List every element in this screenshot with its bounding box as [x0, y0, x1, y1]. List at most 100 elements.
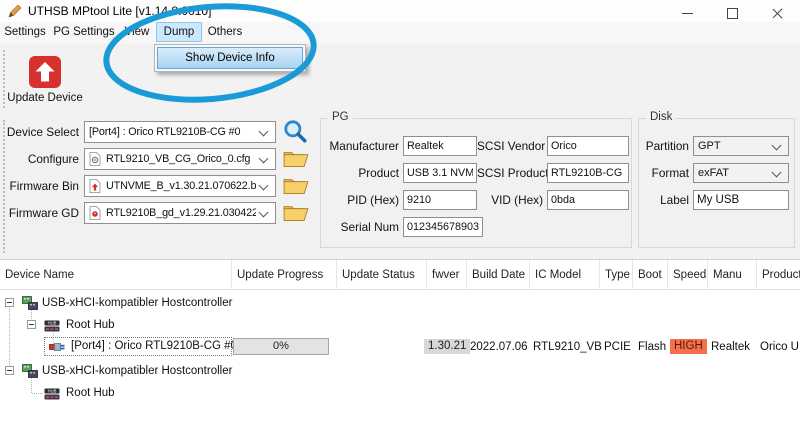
app-pencil-icon [7, 3, 23, 19]
scsi-product-field[interactable] [547, 163, 629, 183]
browse-config-button[interactable] [282, 147, 310, 171]
pg-group-title: PG [328, 111, 353, 123]
col-build-date[interactable]: Build Date [467, 260, 530, 290]
scsi-vendor-field[interactable] [547, 136, 629, 156]
ic-model-cell: RTL9210_VB [533, 336, 602, 358]
menu-settings[interactable]: Settings [0, 22, 50, 42]
tree-row-hostcontroller-1[interactable]: USB-xHCI-kompatibler Hostcontroller [0, 292, 800, 314]
col-manu[interactable]: Manu [708, 260, 757, 290]
disk-group-title: Disk [646, 111, 676, 123]
col-product[interactable]: Product [757, 260, 800, 290]
format-value: exFAT [694, 167, 769, 179]
product-cell: Orico U [760, 336, 799, 358]
folder-icon [283, 203, 309, 223]
close-icon [772, 8, 783, 19]
svg-text:HUB: HUB [48, 388, 57, 393]
update-device-button[interactable]: Update Device [6, 55, 84, 104]
tree-row-label: Root Hub [66, 382, 115, 404]
window-title: UTHSB MPtool Lite [v1.14.8.0010] [28, 0, 211, 23]
menu-others[interactable]: Others [202, 22, 248, 42]
device-select-label: Device Select [0, 121, 79, 143]
device-table-header: Device Name Update Progress Update Statu… [0, 259, 800, 290]
col-device-name[interactable]: Device Name [0, 260, 232, 290]
selected-device-item[interactable]: [Port4] : Orico RTL9210B-CG #0 [44, 337, 232, 356]
update-device-label: Update Device [6, 92, 84, 104]
firmware-gd-label: Firmware GD [0, 202, 79, 224]
serial-num-field[interactable] [403, 217, 483, 237]
format-select[interactable]: exFAT [693, 163, 789, 183]
tree-row-root-hub-2[interactable]: HUB Root Hub [0, 382, 800, 404]
pg-groupbox: PG Manufacturer Product PID (Hex) Serial… [320, 118, 632, 248]
col-update-progress[interactable]: Update Progress [232, 260, 337, 290]
configure-value: RTL9210_VB_CG_Orico_0.cfg [102, 153, 256, 165]
dump-menu-dropdown: Show Device Info [154, 44, 306, 72]
partition-value: GPT [694, 140, 769, 152]
update-progress-bar: 0% [233, 338, 329, 355]
firmware-gd-combo[interactable]: RTL9210B_gd_v1.29.21.030422.bin [84, 202, 276, 224]
tree-row-root-hub-1[interactable]: HUB Root Hub [0, 314, 800, 336]
manu-cell: Realtek [711, 336, 750, 358]
fwver-cell: 1.30.21 [424, 339, 470, 354]
col-update-status[interactable]: Update Status [337, 260, 427, 290]
collapse-icon[interactable] [27, 320, 36, 329]
folder-icon [283, 176, 309, 196]
hostcontroller-icon [22, 296, 38, 310]
browse-firmware-bin-button[interactable] [282, 174, 310, 198]
tree-row-port-device[interactable]: [Port4] : Orico RTL9210B-CG #0 0% 1.30.2… [0, 336, 800, 358]
config-file-icon [88, 152, 102, 166]
boot-cell: Flash [638, 336, 666, 358]
folder-icon [283, 149, 309, 169]
type-cell: PCIE [604, 336, 631, 358]
toolbar-gripper [3, 50, 5, 108]
pid-field[interactable] [403, 190, 477, 210]
col-speed[interactable]: Speed [668, 260, 708, 290]
tree-row-label: [Port4] : Orico RTL9210B-CG #0 [71, 338, 237, 355]
tree-row-label: USB-xHCI-kompatibler Hostcontroller [42, 360, 232, 382]
device-tree: USB-xHCI-kompatibler Hostcontroller HUB … [0, 290, 800, 447]
col-type[interactable]: Type [600, 260, 633, 290]
partition-select[interactable]: GPT [693, 136, 789, 156]
tree-row-hostcontroller-2[interactable]: USB-xHCI-kompatibler Hostcontroller [0, 360, 800, 382]
toolbar: Update Device [0, 44, 800, 114]
col-boot[interactable]: Boot [633, 260, 668, 290]
menu-view[interactable]: View [118, 22, 156, 42]
hostcontroller-icon [22, 364, 38, 378]
manufacturer-field[interactable] [403, 136, 477, 156]
scsi-product-label: SCSI Product [477, 163, 543, 183]
chevron-down-icon [772, 140, 782, 150]
firmware-bin-combo[interactable]: UTNVME_B_v1.30.21.070622.bin [84, 175, 276, 197]
manufacturer-label: Manufacturer [321, 136, 399, 156]
disk-groupbox: Disk Partition GPT Format exFAT Label [638, 118, 795, 248]
firmware-gd-value: RTL9210B_gd_v1.29.21.030422.bin [102, 207, 256, 219]
col-fwver[interactable]: fwver [427, 260, 467, 290]
scsi-vendor-label: SCSI Vendor [477, 136, 543, 156]
collapse-icon[interactable] [5, 366, 14, 375]
update-device-icon [28, 55, 62, 89]
title-bar: UTHSB MPtool Lite [v1.14.8.0010] [0, 0, 800, 22]
menu-bar: SettingsPG SettingsViewDumpOthers [0, 22, 800, 45]
chevron-down-icon [772, 167, 782, 177]
hub-icon: HUB [44, 387, 60, 401]
menu-pg-settings[interactable]: PG Settings [50, 22, 118, 42]
menu-dump[interactable]: Dump [156, 22, 202, 42]
build-date-cell: 2022.07.06 [470, 336, 528, 358]
device-select-combo[interactable]: [Port4] : Orico RTL9210B-CG #0 [84, 121, 276, 143]
search-device-button[interactable] [281, 119, 309, 143]
browse-firmware-gd-button[interactable] [282, 201, 310, 225]
menu-item-show-device-info[interactable]: Show Device Info [157, 47, 303, 69]
pid-label: PID (Hex) [321, 190, 399, 210]
collapse-icon[interactable] [5, 298, 14, 307]
speed-badge: HIGH [670, 339, 707, 354]
minimize-icon [682, 13, 693, 14]
magnifier-icon [282, 118, 308, 144]
form-panel: Device Select [Port4] : Orico RTL9210B-C… [0, 114, 800, 259]
vid-field[interactable] [547, 190, 629, 210]
col-ic-model[interactable]: IC Model [530, 260, 600, 290]
hub-icon: HUB [44, 319, 60, 333]
configure-combo[interactable]: RTL9210_VB_CG_Orico_0.cfg [84, 148, 276, 170]
device-select-value: [Port4] : Orico RTL9210B-CG #0 [85, 126, 256, 138]
partition-label: Partition [639, 136, 689, 156]
firmware-bin-label: Firmware Bin [0, 175, 79, 197]
disk-label-field[interactable] [693, 190, 789, 210]
product-field[interactable] [403, 163, 477, 183]
